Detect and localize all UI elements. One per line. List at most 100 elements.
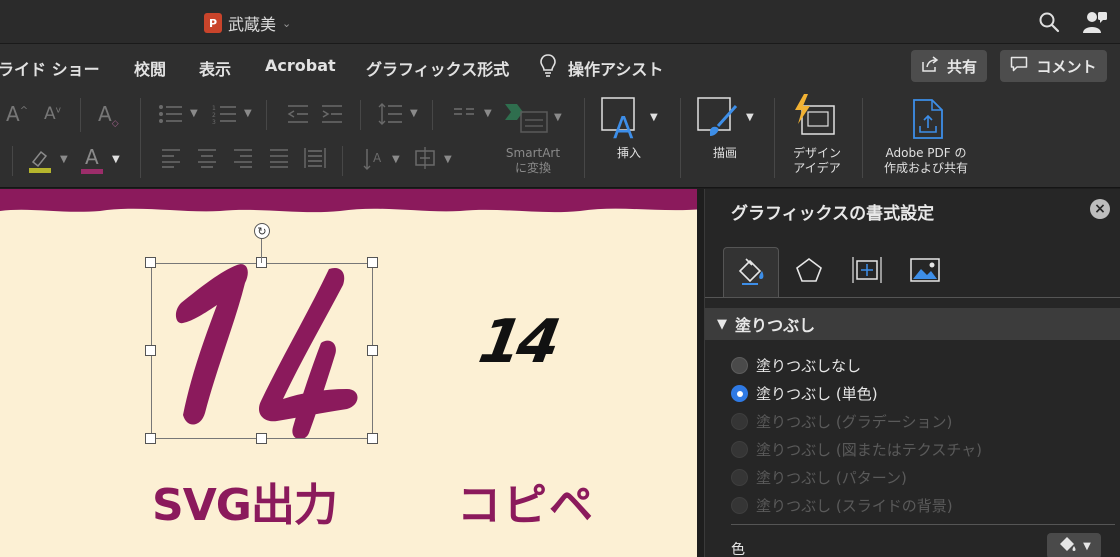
design-ideas-icon[interactable] — [792, 94, 838, 142]
tab-acrobat[interactable]: Acrobat — [265, 56, 336, 75]
fill-option-picture-texture: 塗りつぶし (図またはテクスチャ) — [731, 439, 982, 460]
line-spacing-icon[interactable] — [378, 102, 404, 130]
tab-size-properties[interactable] — [839, 247, 895, 297]
smartart-icon[interactable] — [503, 100, 549, 138]
radio-button[interactable] — [731, 357, 748, 374]
chevron-down-icon[interactable]: ⌄ — [282, 17, 291, 30]
fill-option-label: 塗りつぶし (グラデーション) — [756, 413, 953, 431]
columns-icon[interactable] — [452, 106, 476, 126]
triangle-down-icon: ▼ — [717, 316, 727, 332]
adobe-pdf-share-icon[interactable] — [908, 98, 948, 144]
resize-handle[interactable] — [367, 257, 378, 268]
format-graphics-pane: グラフィックスの書式設定 × ▼ 塗りつぶし 塗りつぶしなし 塗りつぶし (単色… — [704, 189, 1120, 557]
pane-divider — [731, 524, 1115, 525]
tab-effects[interactable] — [781, 247, 837, 297]
document-title[interactable]: P 武蔵美 ⌄ — [204, 11, 291, 35]
numbered-list-icon[interactable]: 123 — [212, 104, 238, 128]
svg-text:A: A — [373, 151, 382, 165]
text-direction-icon[interactable]: A — [362, 146, 386, 176]
radio-button-selected[interactable] — [731, 385, 748, 402]
fill-option-pattern: 塗りつぶし (パターン) — [731, 467, 907, 488]
chevron-down-icon[interactable]: ▼ — [484, 108, 492, 119]
paint-bucket-icon — [736, 257, 766, 289]
design-ideas-label[interactable]: デザイン アイデア — [784, 146, 850, 176]
chevron-down-icon[interactable]: ▼ — [112, 154, 120, 165]
resize-handle[interactable] — [367, 433, 378, 444]
tab-view[interactable]: 表示 — [199, 56, 231, 80]
adobe-pdf-label[interactable]: Adobe PDF の作成および共有 — [870, 146, 982, 176]
fill-option-label: 塗りつぶしなし — [756, 357, 862, 375]
resize-handle[interactable] — [145, 345, 156, 356]
smartart-label[interactable]: SmartArt に変換 — [494, 146, 572, 176]
insert-textbox-icon[interactable]: A — [600, 96, 644, 146]
tab-tell-me[interactable]: 操作アシスト — [568, 56, 663, 80]
fill-option-slide-background: 塗りつぶし (スライドの背景) — [731, 495, 953, 516]
tab-fill-and-line[interactable] — [723, 247, 779, 297]
fill-section-header[interactable]: ▼ 塗りつぶし — [705, 308, 1120, 340]
resize-handle[interactable] — [367, 345, 378, 356]
tab-review[interactable]: 校閲 — [134, 56, 166, 80]
label-copy-paste[interactable]: コピペ — [457, 469, 595, 533]
distributed-icon[interactable] — [303, 146, 327, 174]
ribbon-separator — [140, 98, 141, 178]
bullet-list-icon[interactable] — [158, 104, 184, 128]
align-right-icon[interactable] — [232, 148, 254, 172]
resize-handle[interactable] — [145, 433, 156, 444]
tab-picture[interactable] — [897, 247, 953, 297]
selected-graphic-14[interactable]: ↻ — [145, 223, 378, 444]
ribbon-separator — [432, 100, 433, 130]
label-svg-output[interactable]: SVG出力 — [152, 469, 338, 533]
picture-icon — [909, 257, 941, 287]
fill-option-label: 塗りつぶし (スライドの背景) — [756, 497, 953, 515]
align-text-icon[interactable] — [412, 146, 438, 174]
resize-handle[interactable] — [145, 257, 156, 268]
comment-button[interactable]: コメント — [1000, 50, 1107, 82]
chevron-down-icon[interactable]: ▼ — [60, 154, 68, 165]
rotate-handle-icon[interactable]: ↻ — [254, 223, 270, 239]
ribbon-separator — [774, 98, 775, 178]
chevron-down-icon[interactable]: ▼ — [444, 154, 452, 165]
tab-graphics-format[interactable]: グラフィックス形式 — [366, 56, 509, 80]
share-button[interactable]: 共有 — [911, 50, 987, 82]
chevron-down-icon[interactable]: ▼ — [410, 108, 418, 119]
highlight-color-icon[interactable] — [27, 148, 53, 174]
decrease-indent-icon[interactable] — [286, 104, 310, 128]
insert-label[interactable]: 挿入 — [606, 146, 652, 161]
draw-brush-icon[interactable] — [696, 96, 740, 144]
chevron-down-icon[interactable]: ▼ — [650, 112, 658, 123]
close-icon[interactable]: × — [1090, 199, 1110, 219]
pasted-text-14[interactable]: 14 — [474, 307, 562, 377]
ribbon-separator — [80, 98, 81, 132]
font-color-icon[interactable]: A — [81, 145, 107, 175]
paint-bucket-icon — [1057, 535, 1077, 557]
pane-tab-divider — [705, 297, 1120, 298]
decrease-font-size-icon[interactable]: Av — [44, 104, 61, 124]
fill-color-picker[interactable]: ▼ — [1047, 533, 1101, 557]
chevron-down-icon[interactable]: ▼ — [244, 108, 252, 119]
lightbulb-icon[interactable] — [539, 53, 557, 81]
search-icon[interactable] — [1038, 11, 1060, 37]
fill-option-solid[interactable]: 塗りつぶし (単色) — [731, 383, 878, 404]
align-center-icon[interactable] — [196, 148, 218, 172]
justify-icon[interactable] — [268, 148, 290, 172]
resize-handle[interactable] — [256, 433, 267, 444]
increase-indent-icon[interactable] — [320, 104, 344, 128]
chevron-down-icon[interactable]: ▼ — [554, 112, 562, 123]
increase-font-size-icon[interactable]: A^ — [6, 102, 28, 126]
draw-label[interactable]: 描画 — [702, 146, 748, 161]
color-label: 色 — [731, 542, 745, 557]
tab-slideshow[interactable]: ライド ショー — [0, 56, 100, 80]
chevron-down-icon[interactable]: ▼ — [746, 112, 754, 123]
chevron-down-icon[interactable]: ▼ — [190, 108, 198, 119]
ribbon-separator — [680, 98, 681, 178]
slide-top-brush-band — [0, 189, 704, 213]
radio-button-disabled — [731, 413, 748, 430]
svg-text:2: 2 — [212, 112, 216, 119]
align-left-icon[interactable] — [160, 148, 182, 172]
user-account-icon[interactable] — [1082, 9, 1108, 39]
fill-option-label: 塗りつぶし (図またはテクスチャ) — [756, 441, 983, 459]
slide-canvas[interactable]: ↻ 14 SVG出力 コピペ — [0, 189, 704, 557]
clear-formatting-icon[interactable]: A◇ — [98, 102, 119, 129]
chevron-down-icon[interactable]: ▼ — [392, 154, 400, 165]
fill-option-none[interactable]: 塗りつぶしなし — [731, 355, 861, 376]
